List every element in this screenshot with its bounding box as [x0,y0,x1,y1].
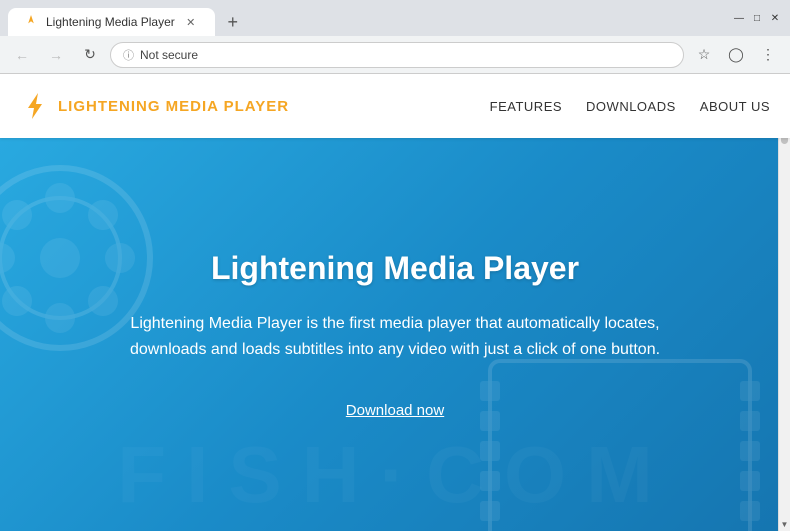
tab-area: Lightening Media Player ✕ + [8,0,720,36]
close-button[interactable]: ✕ [768,11,782,25]
tab-close-button[interactable]: ✕ [183,14,199,30]
hero-section: FISH·COM Lightening Media Player Lighten… [0,138,790,531]
scrollbar[interactable]: ▲ ▼ [778,74,790,531]
window-controls: — □ ✕ [732,11,782,25]
tab-favicon [24,15,38,29]
site-logo: LIGHTENING MEDIA PLAYER [20,91,289,121]
restore-button[interactable]: □ [750,11,764,25]
logo-bolt-icon [20,91,50,121]
security-icon: ⓘ [123,47,134,63]
site-navigation: FEATURES DOWNLOADS ABOUT US [490,99,770,114]
active-tab[interactable]: Lightening Media Player ✕ [8,8,215,36]
minimize-button[interactable]: — [732,11,746,25]
address-bar: ← → ↻ ⓘ Not secure ☆ ◯ ⋮ [0,36,790,74]
menu-button[interactable]: ⋮ [754,41,782,69]
title-bar: Lightening Media Player ✕ + — □ ✕ [0,0,790,36]
bookmark-button[interactable]: ☆ [690,41,718,69]
url-text: Not secure [140,48,198,62]
new-tab-button[interactable]: + [219,8,247,36]
film-reel-icon [0,158,160,358]
nav-features[interactable]: FEATURES [490,99,562,114]
toolbar-actions: ☆ ◯ ⋮ [690,41,782,69]
site-logo-text: LIGHTENING MEDIA PLAYER [58,98,289,115]
browser-window: Lightening Media Player ✕ + — □ ✕ ← → ↻ … [0,0,790,531]
webpage-content: LIGHTENING MEDIA PLAYER FEATURES DOWNLOA… [0,74,790,531]
url-bar[interactable]: ⓘ Not secure [110,42,684,68]
nav-about-us[interactable]: ABOUT US [700,99,770,114]
profile-button[interactable]: ◯ [722,41,750,69]
watermark-text: FISH·COM [0,429,790,521]
scrollbar-down-button[interactable]: ▼ [779,517,790,531]
hero-background: FISH·COM [0,138,790,531]
tab-title: Lightening Media Player [46,15,175,29]
back-button[interactable]: ← [8,41,36,69]
refresh-button[interactable]: ↻ [76,41,104,69]
site-navbar: LIGHTENING MEDIA PLAYER FEATURES DOWNLOA… [0,74,790,138]
nav-downloads[interactable]: DOWNLOADS [586,99,676,114]
forward-button[interactable]: → [42,41,70,69]
